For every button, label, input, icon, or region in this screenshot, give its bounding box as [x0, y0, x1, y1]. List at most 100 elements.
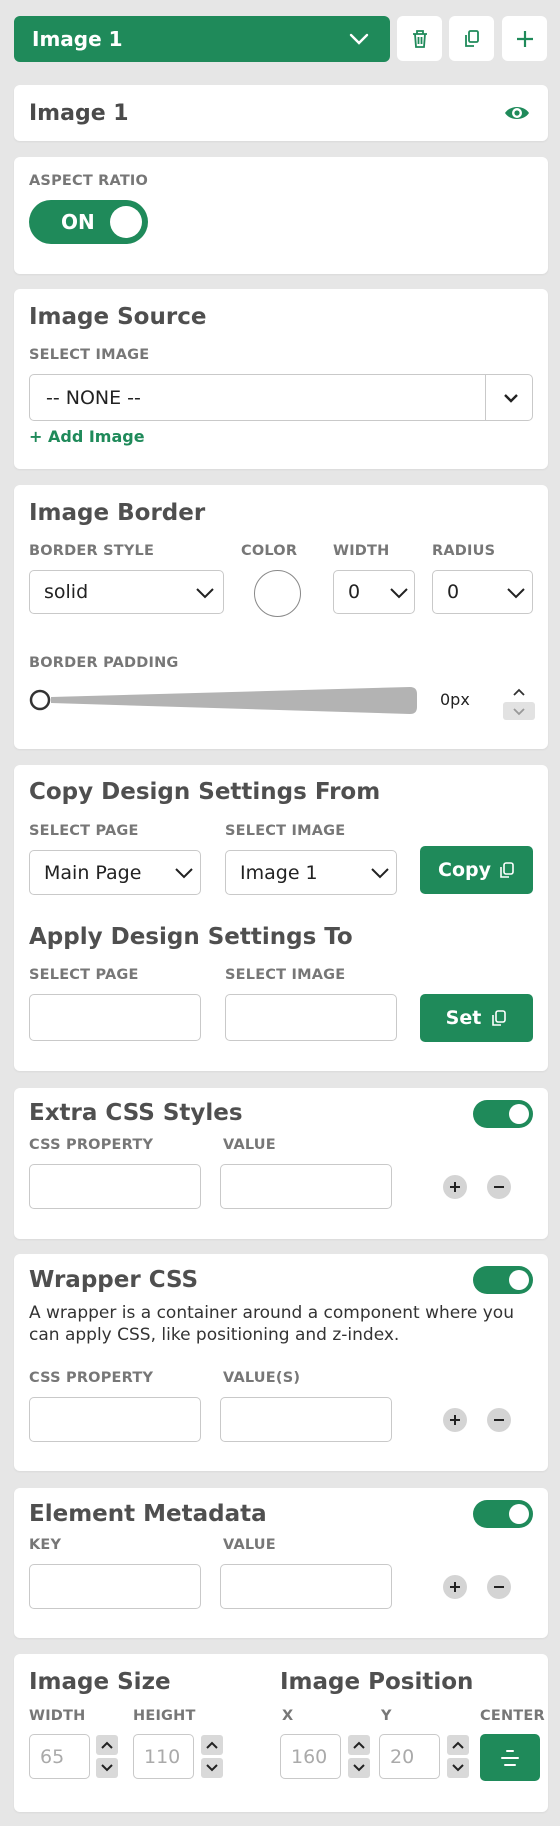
remove-row-button[interactable] [487, 1575, 511, 1599]
element-metadata-title: Element Metadata [29, 1501, 267, 1527]
wrapper-property-input[interactable] [29, 1397, 201, 1442]
wrapper-css-card: Wrapper CSS A wrapper is a container aro… [14, 1254, 548, 1471]
wrapper-value-input[interactable] [220, 1397, 392, 1442]
image-border-title: Image Border [29, 500, 206, 526]
add-button[interactable] [502, 16, 547, 61]
y-decrement[interactable] [447, 1758, 469, 1778]
border-padding-value: 0px [440, 690, 470, 709]
metadata-toggle[interactable] [473, 1500, 533, 1528]
position-y-input[interactable]: 20 [379, 1734, 440, 1779]
apply-image-input[interactable] [225, 994, 397, 1041]
copy-icon [492, 1010, 507, 1026]
chevron-down-icon [452, 1764, 464, 1772]
image-selector-dropdown[interactable]: Image 1 [14, 16, 390, 62]
duplicate-button[interactable] [449, 16, 494, 61]
border-style-value: solid [44, 581, 89, 603]
chevron-up-icon [452, 1741, 464, 1749]
image-position-title: Image Position [280, 1669, 474, 1695]
size-position-card: Image Size Image Position WIDTH HEIGHT X… [14, 1654, 548, 1812]
size-width-label: WIDTH [29, 1708, 86, 1724]
border-color-swatch[interactable] [254, 570, 301, 617]
copy-design-title: Copy Design Settings From [29, 779, 381, 805]
chevron-down-icon [101, 1764, 113, 1772]
chevron-down-icon [353, 1764, 365, 1772]
size-width-input[interactable]: 65 [29, 1734, 90, 1779]
select-image-dropdown[interactable]: -- NONE -- [29, 374, 533, 421]
add-image-link[interactable]: + Add Image [29, 427, 145, 446]
chevron-down-icon [175, 868, 193, 879]
width-decrement[interactable] [96, 1758, 118, 1778]
x-decrement[interactable] [348, 1758, 370, 1778]
plus-icon [516, 30, 533, 47]
delete-button[interactable] [397, 16, 442, 61]
copy-button[interactable]: Copy [420, 846, 533, 894]
image-name: Image 1 [29, 100, 129, 126]
border-style-select[interactable]: solid [29, 570, 224, 614]
center-button[interactable] [480, 1734, 540, 1781]
wrapper-css-toggle[interactable] [473, 1266, 533, 1294]
metadata-key-input[interactable] [29, 1564, 201, 1609]
chevron-up-icon [101, 1741, 113, 1749]
eye-icon[interactable] [503, 102, 531, 124]
copy-icon [464, 29, 479, 47]
copy-page-select[interactable]: Main Page [29, 850, 201, 895]
minus-icon [494, 1186, 504, 1188]
css-property-input[interactable] [29, 1164, 201, 1209]
height-decrement[interactable] [201, 1758, 223, 1778]
size-height-value: 110 [144, 1745, 181, 1768]
copy-button-label: Copy [438, 859, 491, 881]
image-source-title: Image Source [29, 304, 207, 330]
copy-page-label: SELECT PAGE [29, 823, 139, 839]
remove-row-button[interactable] [487, 1408, 511, 1432]
size-height-input[interactable]: 110 [133, 1734, 194, 1779]
height-increment[interactable] [201, 1735, 223, 1755]
extra-css-card: Extra CSS Styles CSS PROPERTY VALUE [14, 1088, 548, 1239]
css-value-input[interactable] [220, 1164, 392, 1209]
plus-icon [450, 1415, 460, 1425]
extra-css-toggle[interactable] [473, 1100, 533, 1128]
extra-css-title: Extra CSS Styles [29, 1100, 243, 1126]
color-label: COLOR [241, 543, 298, 559]
css-property-label: CSS PROPERTY [29, 1137, 154, 1153]
padding-stepper-down[interactable] [503, 702, 535, 720]
add-row-button[interactable] [443, 1175, 467, 1199]
border-width-value: 0 [348, 581, 361, 603]
apply-page-input[interactable] [29, 994, 201, 1041]
radius-label: RADIUS [432, 543, 496, 559]
copy-page-value: Main Page [44, 861, 142, 884]
chevron-up-icon[interactable] [511, 686, 527, 698]
trash-icon [412, 29, 427, 48]
apply-image-label: SELECT IMAGE [225, 967, 346, 983]
position-y-label: Y [381, 1708, 392, 1724]
image-source-card: Image Source SELECT IMAGE -- NONE -- + A… [14, 289, 548, 469]
border-padding-slider[interactable] [27, 684, 421, 718]
size-height-label: HEIGHT [133, 1708, 196, 1724]
aspect-ratio-toggle[interactable]: ON [29, 200, 148, 244]
width-label: WIDTH [333, 543, 390, 559]
plus-icon [450, 1182, 460, 1192]
copy-image-select[interactable]: Image 1 [225, 850, 397, 895]
remove-row-button[interactable] [487, 1175, 511, 1199]
image-size-title: Image Size [29, 1669, 171, 1695]
chevron-down-icon [196, 588, 214, 599]
padding-stepper[interactable] [503, 684, 535, 720]
dropdown-divider [485, 375, 486, 420]
add-row-button[interactable] [443, 1575, 467, 1599]
copy-image-label: SELECT IMAGE [225, 823, 346, 839]
position-x-input[interactable]: 160 [280, 1734, 341, 1779]
border-radius-select[interactable]: 0 [432, 570, 533, 614]
image-name-card: Image 1 [14, 85, 548, 141]
position-x-value: 160 [291, 1745, 328, 1768]
add-row-button[interactable] [443, 1408, 467, 1432]
border-radius-value: 0 [447, 581, 460, 603]
toggle-knob [509, 1504, 529, 1524]
y-increment[interactable] [447, 1735, 469, 1755]
border-width-select[interactable]: 0 [333, 570, 415, 614]
set-button[interactable]: Set [420, 994, 533, 1042]
metadata-value-input[interactable] [220, 1564, 392, 1609]
x-increment[interactable] [348, 1735, 370, 1755]
plus-icon [450, 1582, 460, 1592]
size-width-value: 65 [40, 1745, 65, 1768]
aspect-ratio-card: ASPECT RATIO ON [14, 157, 548, 274]
width-increment[interactable] [96, 1735, 118, 1755]
